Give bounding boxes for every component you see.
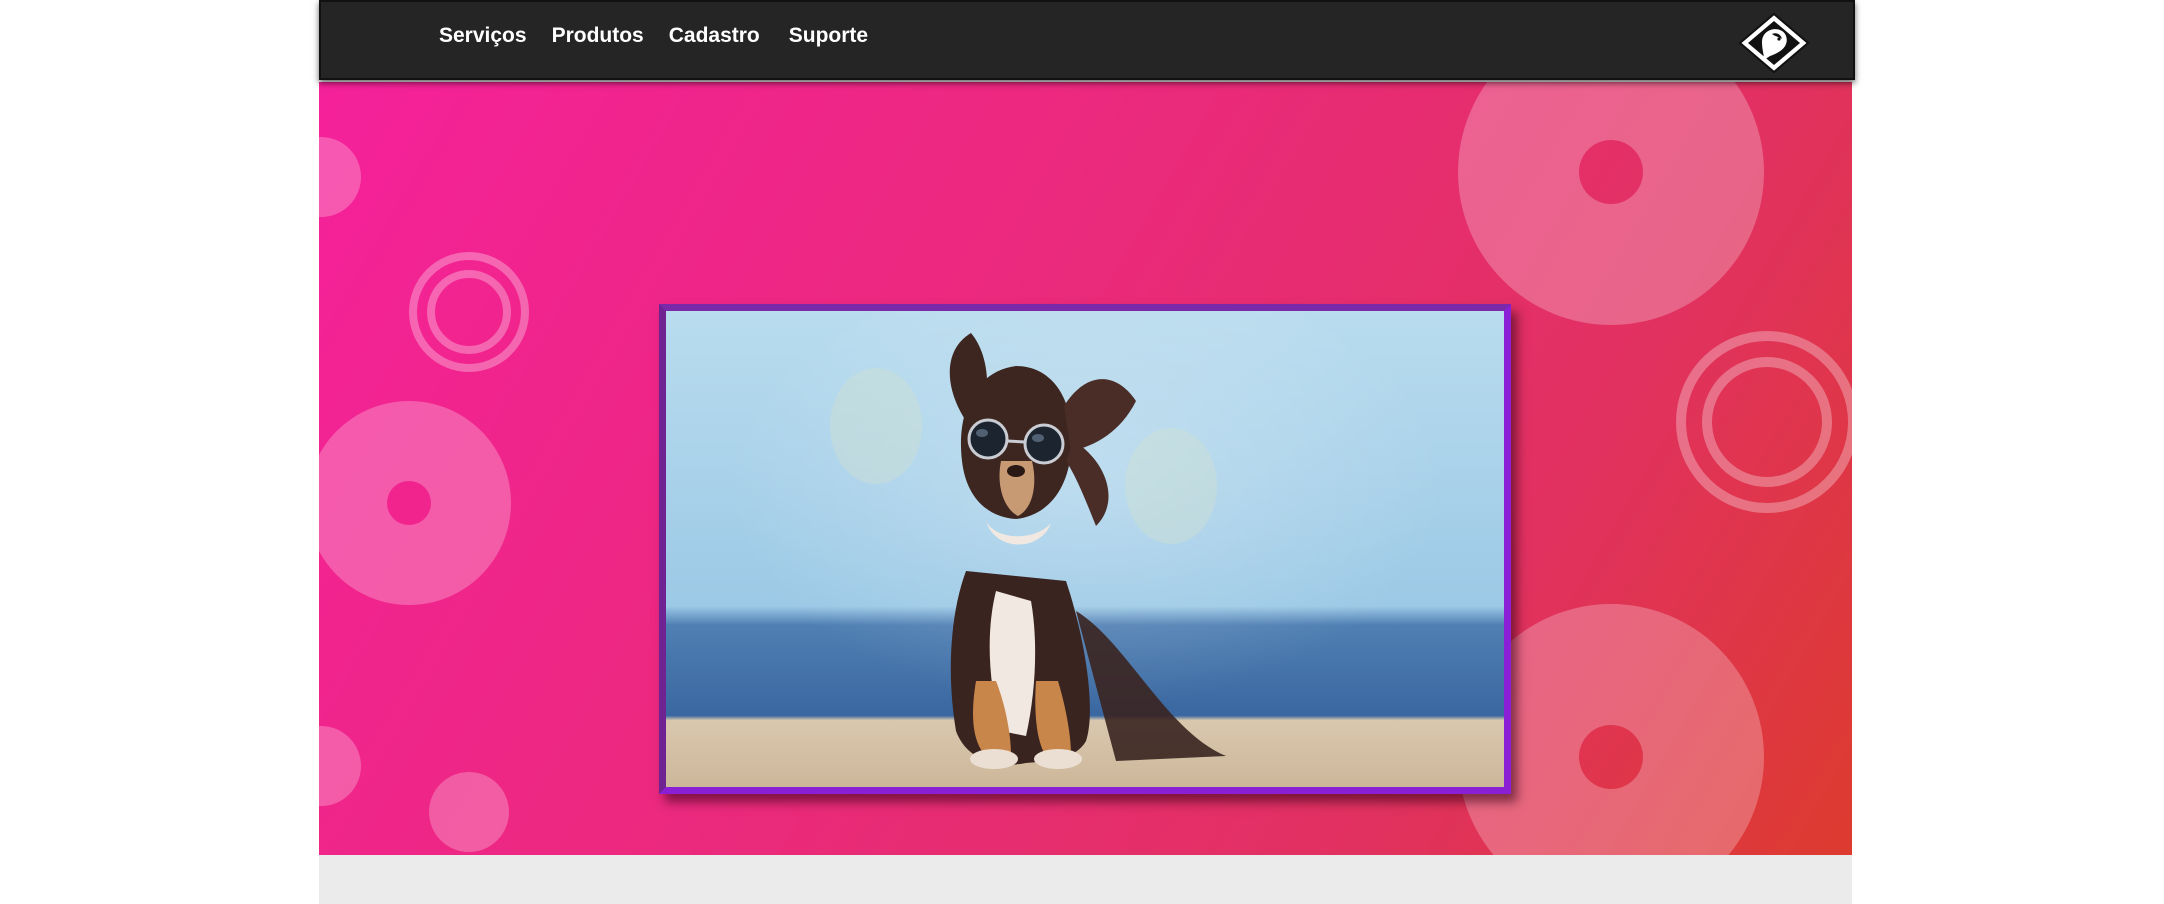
nav-link-produtos[interactable]: Produtos xyxy=(552,24,644,48)
decor-circle xyxy=(319,137,361,217)
chihuahua-with-sunglasses-photo xyxy=(666,311,1504,787)
decor-ring xyxy=(319,401,511,605)
decor-circle xyxy=(319,726,361,806)
nav-link-cadastro[interactable]: Cadastro xyxy=(669,24,760,48)
nav-link-suporte[interactable]: Suporte xyxy=(789,24,868,48)
top-navbar: Serviços Produtos Cadastro Suporte xyxy=(319,0,1855,80)
main-nav: Serviços Produtos Cadastro Suporte xyxy=(439,24,893,48)
footer-band xyxy=(319,855,1852,904)
decor-ring xyxy=(1458,82,1764,325)
decor-circle xyxy=(429,772,509,852)
dog-head-diamond-icon[interactable] xyxy=(1738,12,1810,74)
page: Serviços Produtos Cadastro Suporte xyxy=(319,0,1855,904)
hero-banner xyxy=(319,82,1852,855)
nav-link-servicos[interactable]: Serviços xyxy=(439,24,527,48)
featured-image-frame xyxy=(659,304,1511,794)
